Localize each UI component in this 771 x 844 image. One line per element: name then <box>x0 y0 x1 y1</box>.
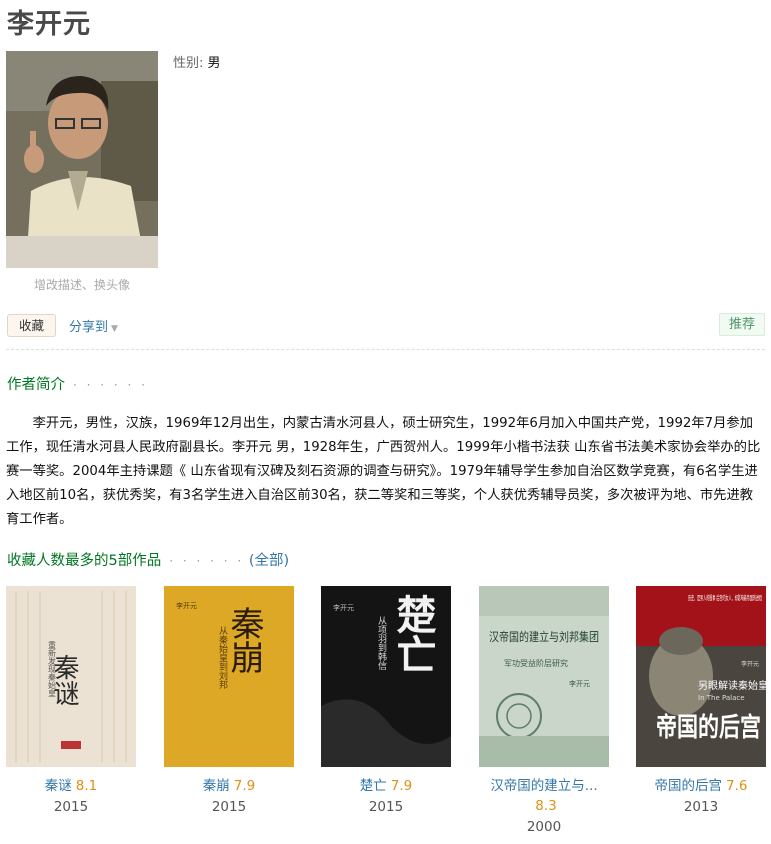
cover-subtitle: 军功受益阶层研究 <box>504 658 568 668</box>
gender-label: 性别: <box>173 56 204 71</box>
intro-heading: 作者简介 · · · · · · <box>7 373 148 394</box>
author-name: 李开元 <box>7 9 91 40</box>
gender-value: 男 <box>207 56 221 71</box>
work-name-line: 楚亡 7.9 <box>321 776 451 796</box>
work-rating: 7.9 <box>390 778 413 794</box>
work-name-line: 帝国的后宫 7.6 <box>636 776 766 796</box>
cover-subtitle: 从项羽到韩信 <box>376 616 387 671</box>
cover-title: 秦崩 <box>224 606 264 674</box>
work-cover[interactable]: 楚亡 从项羽到韩信 李开元 <box>321 586 451 767</box>
work-cover[interactable]: 汉帝国的建立与刘邦集团 军功受益阶层研究 李开元 <box>479 586 609 767</box>
recommend-button[interactable]: 推荐 <box>718 313 765 336</box>
work-rating: 8.3 <box>535 798 557 814</box>
cover-title: 楚亡 <box>390 594 437 674</box>
works-heading: 收藏人数最多的5部作品 · · · · · · (全部) <box>7 549 289 570</box>
heading-dots: · · · · · · <box>169 554 245 568</box>
cover-subtitle: 另眼解读秦始皇 <box>698 679 766 692</box>
work-year: 2000 <box>526 819 562 835</box>
all-works-link[interactable]: 全部 <box>254 553 283 569</box>
work-item: 汉帝国的建立与刘邦集团 军功受益阶层研究 李开元 汉帝国的建立与... 8.3 2… <box>479 586 609 838</box>
works-list: 秦谜 重新发现秦始皇 秦谜 8.1 2015 秦崩 从秦始皇到刘邦 李开元 秦崩 7… <box>0 586 771 844</box>
cover-author: 李开元 <box>569 679 590 688</box>
collect-button[interactable]: 收藏 <box>7 314 57 337</box>
work-cover[interactable]: 秦谜 重新发现秦始皇 <box>6 586 136 767</box>
gender-info: 性别: 男 <box>173 52 221 71</box>
edit-photo-link[interactable]: 增改描述、换头像 <box>6 276 158 293</box>
work-title-link[interactable]: 帝国的后宫 <box>655 778 723 794</box>
work-cover[interactable]: 秦崩 从秦始皇到刘邦 李开元 <box>164 586 294 767</box>
cover-author: 李开元 <box>176 601 197 610</box>
cover-title: 帝国的后宫 <box>656 712 761 743</box>
divider <box>6 349 765 350</box>
work-name-line: 秦谜 8.1 <box>6 776 136 796</box>
chevron-down-icon: ▼ <box>111 324 118 334</box>
heading-dots: · · · · · · <box>73 378 148 392</box>
share-dropdown[interactable]: 分享到 ▼ <box>69 316 118 335</box>
cover-title: 汉帝国的建立与刘邦集团 <box>489 629 599 644</box>
cover-tagline: 历史、是男人的殷事 后宫的女人，却影响着帝国的进程 <box>688 593 762 602</box>
work-item: 历史、是男人的殷事 后宫的女人，却影响着帝国的进程 另眼解读秦始皇 In The… <box>636 586 766 818</box>
author-photo[interactable] <box>6 51 158 268</box>
work-title-link[interactable]: 楚亡 <box>360 778 387 794</box>
work-cover[interactable]: 历史、是男人的殷事 后宫的女人，却影响着帝国的进程 另眼解读秦始皇 In The… <box>636 586 766 767</box>
cover-author: 李开元 <box>741 660 759 668</box>
work-year: 2015 <box>211 799 247 815</box>
cover-english: In The Palace <box>698 694 745 702</box>
cover-subtitle: 重新发现秦始皇 <box>48 640 57 697</box>
work-title-link[interactable]: 秦崩 <box>203 778 230 794</box>
work-item: 楚亡 从项羽到韩信 李开元 楚亡 7.9 2015 <box>321 586 451 818</box>
works-heading-text: 收藏人数最多的5部作品 <box>7 553 162 569</box>
work-item: 秦谜 重新发现秦始皇 秦谜 8.1 2015 <box>6 586 136 818</box>
work-item: 秦崩 从秦始皇到刘邦 李开元 秦崩 7.9 2015 <box>164 586 294 818</box>
share-label: 分享到 <box>69 320 109 335</box>
work-name-line: 秦崩 7.9 <box>164 776 294 796</box>
close-paren: ) <box>283 553 290 569</box>
author-intro: 李开元，男性，汉族，1969年12月出生，内蒙古清水河县人，硕士研究生，1992… <box>6 416 761 527</box>
work-title-link[interactable]: 秦谜 <box>45 778 72 794</box>
work-rating: 7.6 <box>726 778 748 794</box>
work-year: 2013 <box>683 799 719 815</box>
work-year: 2015 <box>368 799 404 815</box>
intro-heading-text: 作者简介 <box>7 377 65 393</box>
work-rating: 8.1 <box>75 778 98 794</box>
cover-author: 李开元 <box>333 603 354 612</box>
work-name-line: 汉帝国的建立与... 8.3 <box>479 776 609 816</box>
work-rating: 7.9 <box>233 778 256 794</box>
cover-subtitle: 从秦始皇到刘邦 <box>217 626 228 690</box>
work-year: 2015 <box>53 799 89 815</box>
work-title-link[interactable]: 汉帝国的建立与... <box>490 778 597 794</box>
